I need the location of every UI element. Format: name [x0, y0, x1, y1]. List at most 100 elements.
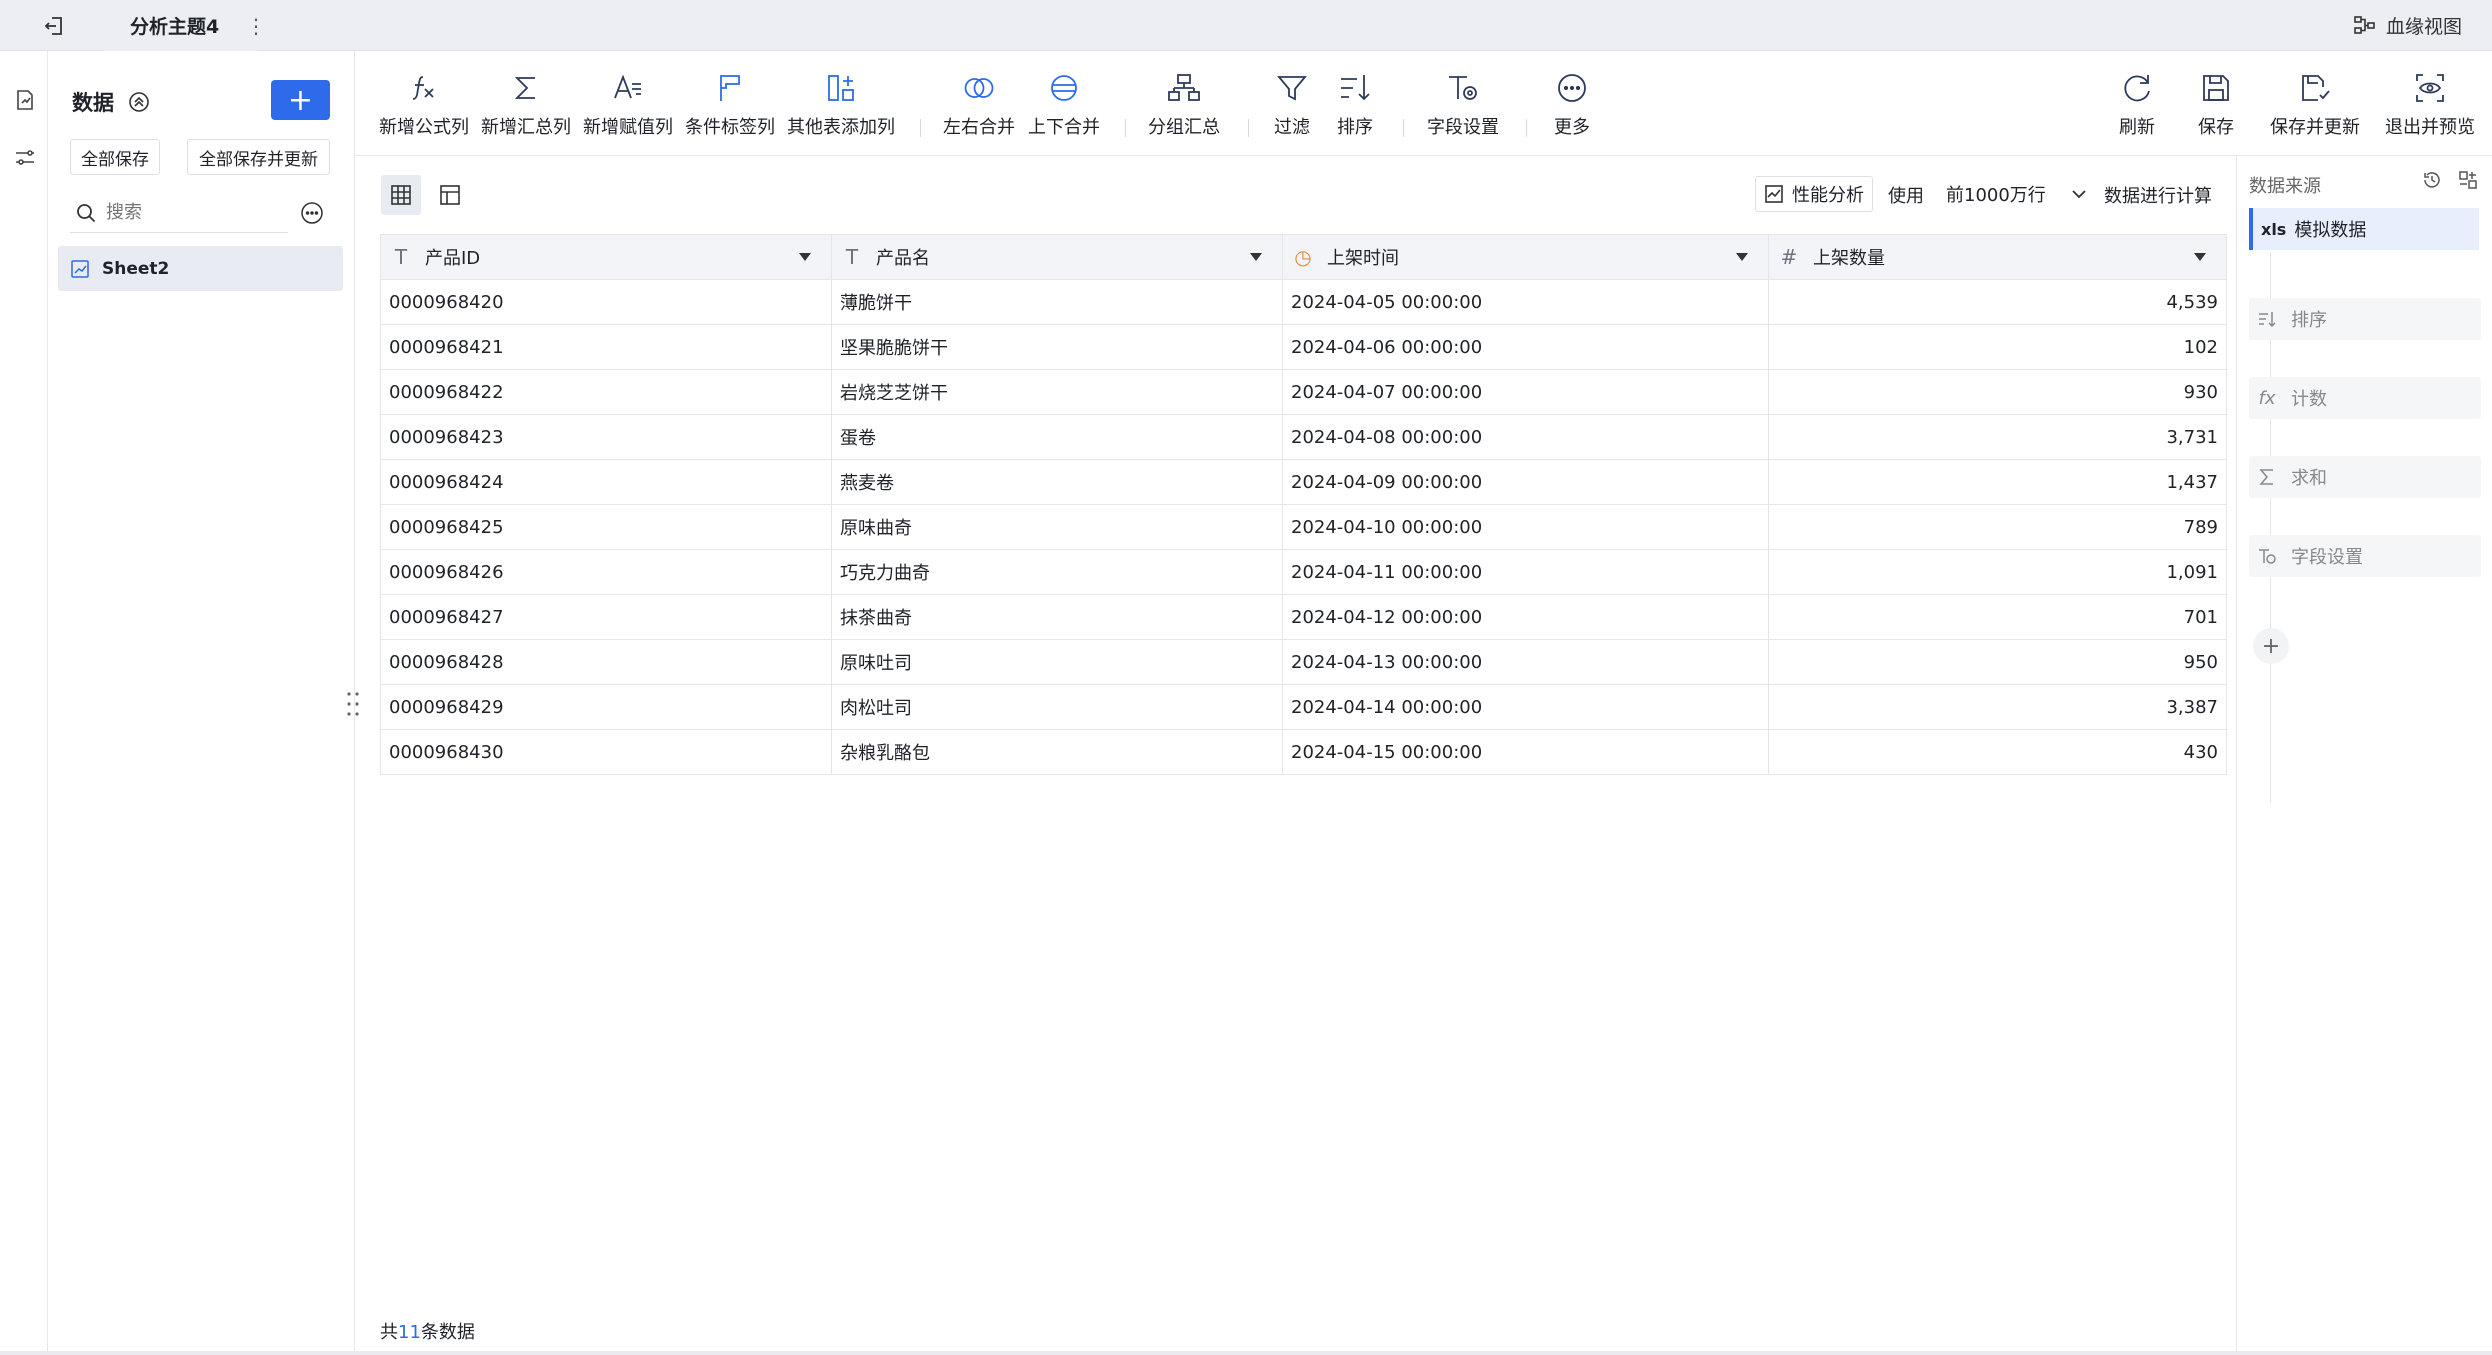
table-row[interactable]: 0000968426 巧克力曲奇 2024-04-11 00:00:00 1,091: [380, 549, 2227, 595]
table-cell[interactable]: 肉松吐司: [831, 684, 1283, 730]
save-and-update-button[interactable]: 保存并更新: [2270, 71, 2360, 141]
up-down-merge-button[interactable]: 上下合并: [1028, 71, 1100, 141]
table-cell[interactable]: 2024-04-14 00:00:00: [1282, 684, 1769, 730]
refresh-button[interactable]: 刷新: [2119, 71, 2155, 141]
condition-tag-column-button[interactable]: 条件标签列: [685, 71, 775, 141]
table-cell[interactable]: 0000968427: [380, 594, 832, 640]
column-dropdown-icon[interactable]: [1736, 253, 1748, 261]
save-all-button[interactable]: 全部保存: [70, 139, 160, 175]
table-cell[interactable]: 0000968426: [380, 549, 832, 595]
group-summary-button[interactable]: 分组汇总: [1148, 71, 1220, 141]
table-row[interactable]: 0000968429 肉松吐司 2024-04-14 00:00:00 3,387: [380, 684, 2227, 730]
column-header-listing-quantity[interactable]: # 上架数量: [1768, 234, 2227, 280]
table-cell[interactable]: 1,091: [1768, 549, 2227, 595]
table-cell[interactable]: 薄脆饼干: [831, 279, 1283, 325]
table-cell[interactable]: 4,539: [1768, 279, 2227, 325]
more-options-icon[interactable]: [300, 201, 324, 225]
table-cell[interactable]: 燕麦卷: [831, 459, 1283, 505]
sort-button[interactable]: 排序: [1337, 71, 1373, 141]
table-cell[interactable]: 巧克力曲奇: [831, 549, 1283, 595]
table-cell[interactable]: 2024-04-08 00:00:00: [1282, 414, 1769, 460]
table-cell[interactable]: 原味曲奇: [831, 504, 1283, 550]
column-header-product-name[interactable]: T 产品名: [831, 234, 1283, 280]
table-cell[interactable]: 2024-04-05 00:00:00: [1282, 279, 1769, 325]
tab-analysis-topic[interactable]: 分析主题4: [104, 0, 258, 51]
data-source-step[interactable]: xls 模拟数据: [2249, 208, 2479, 250]
column-header-listing-time[interactable]: ◷ 上架时间: [1282, 234, 1769, 280]
column-dropdown-icon[interactable]: [799, 253, 811, 261]
exit-and-preview-button[interactable]: 退出并预览: [2385, 71, 2475, 141]
step-field-settings[interactable]: 字段设置: [2249, 535, 2481, 577]
table-cell[interactable]: 2024-04-10 00:00:00: [1282, 504, 1769, 550]
table-cell[interactable]: 2024-04-12 00:00:00: [1282, 594, 1769, 640]
table-cell[interactable]: 102: [1768, 324, 2227, 370]
table-cell[interactable]: 930: [1768, 369, 2227, 415]
table-cell[interactable]: 2024-04-15 00:00:00: [1282, 729, 1769, 775]
add-assign-column-button[interactable]: 新增赋值列: [583, 71, 673, 141]
table-cell[interactable]: 岩烧芝芝饼干: [831, 369, 1283, 415]
add-formula-column-button[interactable]: 新增公式列: [379, 71, 469, 141]
table-cell[interactable]: 701: [1768, 594, 2227, 640]
table-row[interactable]: 0000968420 薄脆饼干 2024-04-05 00:00:00 4,539: [380, 279, 2227, 325]
table-cell[interactable]: 0000968425: [380, 504, 832, 550]
add-column-from-table-button[interactable]: 其他表添加列: [787, 71, 895, 141]
add-summary-column-button[interactable]: 新增汇总列: [481, 71, 571, 141]
table-cell[interactable]: 0000968428: [380, 639, 832, 685]
table-row[interactable]: 0000968424 燕麦卷 2024-04-09 00:00:00 1,437: [380, 459, 2227, 505]
table-cell[interactable]: 3,387: [1768, 684, 2227, 730]
table-cell[interactable]: 杂粮乳酪包: [831, 729, 1283, 775]
table-cell[interactable]: 0000968423: [380, 414, 832, 460]
table-row[interactable]: 0000968430 杂粮乳酪包 2024-04-15 00:00:00 430: [380, 729, 2227, 775]
table-row[interactable]: 0000968428 原味吐司 2024-04-13 00:00:00 950: [380, 639, 2227, 685]
table-cell[interactable]: 1,437: [1768, 459, 2227, 505]
table-cell[interactable]: 坚果脆脆饼干: [831, 324, 1283, 370]
table-cell[interactable]: 0000968430: [380, 729, 832, 775]
expand-layout-icon[interactable]: [2458, 170, 2478, 190]
more-button[interactable]: 更多: [1554, 71, 1590, 141]
column-dropdown-icon[interactable]: [2194, 253, 2206, 261]
row-limit-select[interactable]: 前1000万行: [1946, 176, 2088, 212]
table-row[interactable]: 0000968425 原味曲奇 2024-04-10 00:00:00 789: [380, 504, 2227, 550]
add-step-button[interactable]: +: [2253, 628, 2289, 664]
column-header-product-id[interactable]: T 产品ID: [380, 234, 832, 280]
table-cell[interactable]: 3,731: [1768, 414, 2227, 460]
table-row[interactable]: 0000968427 抹茶曲奇 2024-04-12 00:00:00 701: [380, 594, 2227, 640]
table-row[interactable]: 0000968422 岩烧芝芝饼干 2024-04-07 00:00:00 930: [380, 369, 2227, 415]
table-cell[interactable]: 原味吐司: [831, 639, 1283, 685]
tab-menu-icon[interactable]: ⋮: [246, 12, 266, 40]
table-cell[interactable]: 2024-04-11 00:00:00: [1282, 549, 1769, 595]
collapse-up-icon[interactable]: [128, 91, 150, 113]
performance-analysis-button[interactable]: 性能分析: [1755, 176, 1873, 212]
resize-handle-icon[interactable]: [345, 690, 361, 718]
table-cell[interactable]: 950: [1768, 639, 2227, 685]
search-input[interactable]: [106, 202, 266, 223]
filter-settings-icon[interactable]: [12, 145, 38, 171]
save-all-update-button[interactable]: 全部保存并更新: [187, 139, 330, 175]
history-icon[interactable]: [2422, 170, 2442, 190]
lineage-view-button[interactable]: 血缘视图: [2354, 10, 2462, 40]
save-button[interactable]: 保存: [2198, 71, 2234, 141]
table-cell[interactable]: 2024-04-13 00:00:00: [1282, 639, 1769, 685]
table-cell[interactable]: 2024-04-06 00:00:00: [1282, 324, 1769, 370]
left-right-merge-button[interactable]: 左右合并: [943, 71, 1015, 141]
field-settings-button[interactable]: 字段设置: [1427, 71, 1499, 141]
table-cell[interactable]: 蛋卷: [831, 414, 1283, 460]
table-row[interactable]: 0000968423 蛋卷 2024-04-08 00:00:00 3,731: [380, 414, 2227, 460]
table-cell[interactable]: 0000968429: [380, 684, 832, 730]
data-edit-icon[interactable]: [12, 87, 38, 113]
table-cell[interactable]: 2024-04-09 00:00:00: [1282, 459, 1769, 505]
back-icon[interactable]: [40, 12, 68, 40]
table-cell[interactable]: 0000968420: [380, 279, 832, 325]
step-sum[interactable]: 求和: [2249, 456, 2481, 498]
table-cell[interactable]: 2024-04-07 00:00:00: [1282, 369, 1769, 415]
filter-button[interactable]: 过滤: [1274, 71, 1310, 141]
column-dropdown-icon[interactable]: [1250, 253, 1262, 261]
table-cell[interactable]: 0000968424: [380, 459, 832, 505]
grid-view-button[interactable]: [381, 175, 421, 215]
table-cell[interactable]: 430: [1768, 729, 2227, 775]
table-cell[interactable]: 789: [1768, 504, 2227, 550]
step-count[interactable]: fx 计数: [2249, 377, 2481, 419]
table-cell[interactable]: 抹茶曲奇: [831, 594, 1283, 640]
add-data-button[interactable]: +: [271, 80, 330, 120]
step-sort[interactable]: 排序: [2249, 298, 2481, 340]
